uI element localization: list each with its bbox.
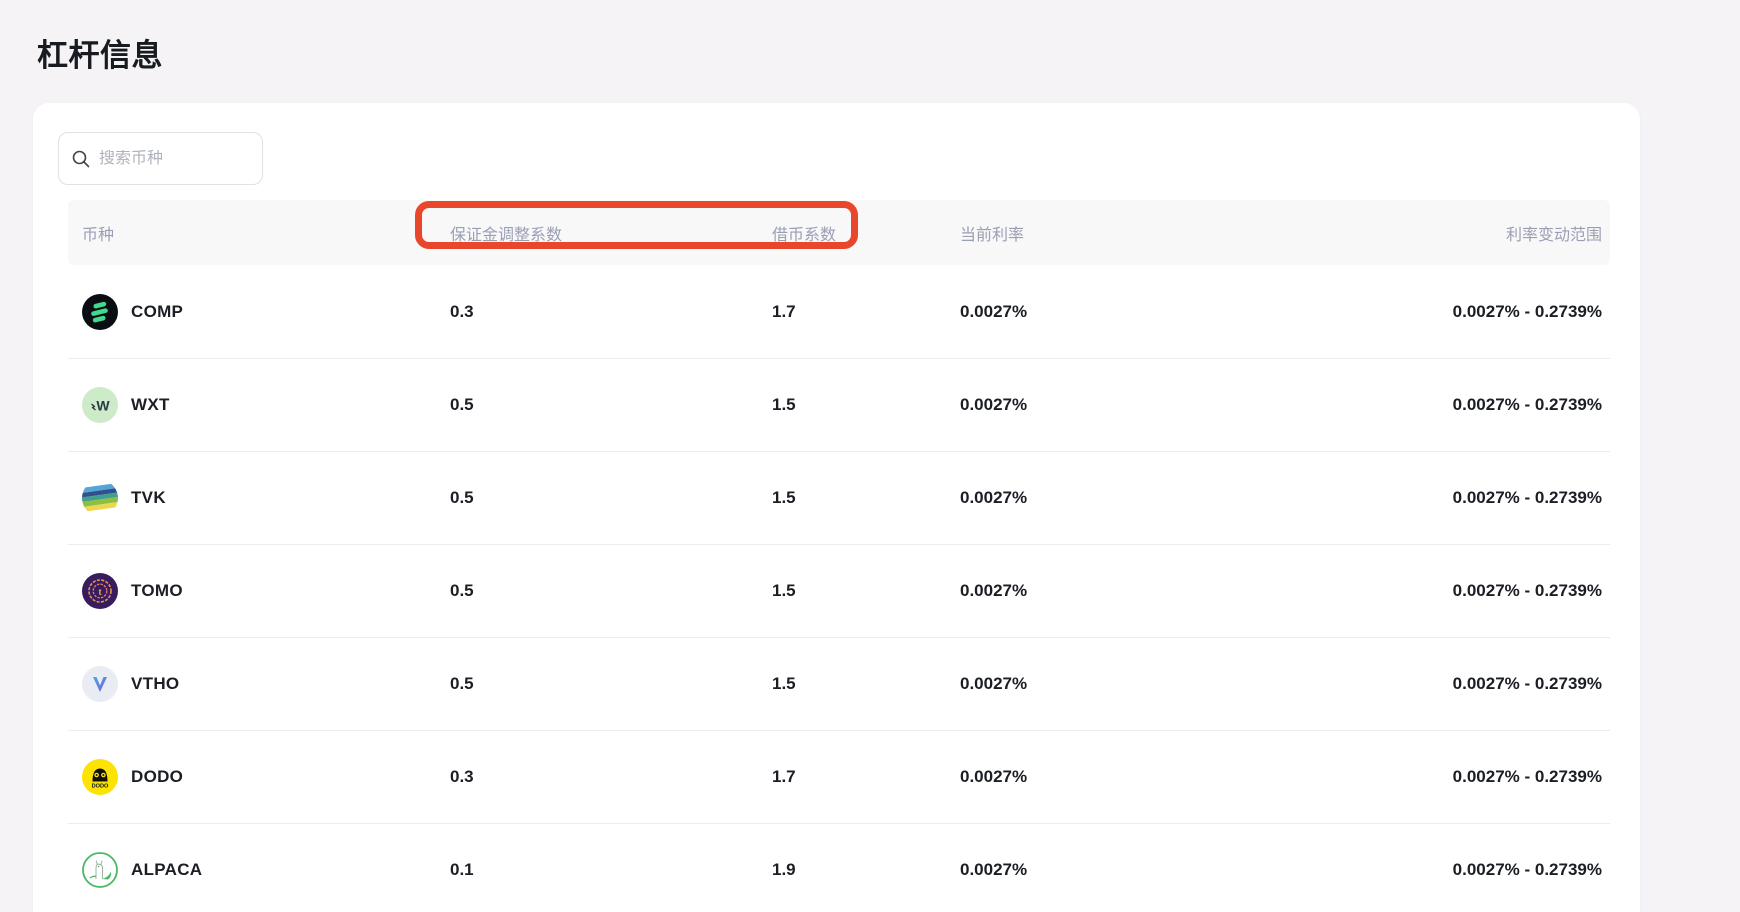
page-title: 杠杆信息: [37, 30, 163, 75]
column-header-range: 利率变动范围: [1506, 221, 1602, 245]
tomo-icon: t: [82, 573, 118, 609]
current-rate-value: 0.0027%: [960, 860, 1027, 880]
search-input[interactable]: [99, 150, 250, 168]
coin-cell: VTHO: [82, 666, 179, 702]
margin-factor-value: 0.5: [450, 488, 474, 508]
coin-symbol: TVK: [131, 488, 166, 508]
table-body: COMP 0.3 1.7 0.0027% 0.0027% - 0.2739% W…: [68, 265, 1610, 912]
current-rate-value: 0.0027%: [960, 488, 1027, 508]
vtho-icon: [82, 666, 118, 702]
rate-range-value: 0.0027% - 0.2739%: [1453, 488, 1602, 508]
borrow-factor-value: 1.9: [772, 860, 796, 880]
table-header: 币种 保证金调整系数 借币系数 当前利率 利率变动范围: [68, 200, 1610, 265]
borrow-factor-value: 1.5: [772, 488, 796, 508]
borrow-factor-value: 1.7: [772, 302, 796, 322]
leverage-table-card: 币种 保证金调整系数 借币系数 当前利率 利率变动范围 COMP 0.3 1.7…: [33, 103, 1640, 912]
current-rate-value: 0.0027%: [960, 674, 1027, 694]
column-header-margin: 保证金调整系数: [450, 221, 562, 245]
margin-factor-value: 0.5: [450, 674, 474, 694]
coin-symbol: TOMO: [131, 581, 183, 601]
rate-range-value: 0.0027% - 0.2739%: [1453, 581, 1602, 601]
comp-icon: [82, 294, 118, 330]
borrow-factor-value: 1.5: [772, 674, 796, 694]
current-rate-value: 0.0027%: [960, 581, 1027, 601]
rate-range-value: 0.0027% - 0.2739%: [1453, 302, 1602, 322]
margin-factor-value: 0.5: [450, 395, 474, 415]
svg-text:W: W: [96, 398, 110, 414]
coin-cell: COMP: [82, 294, 183, 330]
alpaca-icon: [82, 852, 118, 888]
table-row: W WXT 0.5 1.5 0.0027% 0.0027% - 0.2739%: [68, 358, 1610, 451]
current-rate-value: 0.0027%: [960, 767, 1027, 787]
current-rate-value: 0.0027%: [960, 395, 1027, 415]
margin-factor-value: 0.3: [450, 302, 474, 322]
column-header-rate: 当前利率: [960, 221, 1024, 245]
coin-cell: ALPACA: [82, 852, 202, 888]
column-header-coin: 币种: [82, 221, 114, 245]
coin-symbol: DODO: [131, 767, 183, 787]
borrow-factor-value: 1.5: [772, 395, 796, 415]
tvk-icon: [82, 480, 118, 516]
rate-range-value: 0.0027% - 0.2739%: [1453, 395, 1602, 415]
table-row: VTHO 0.5 1.5 0.0027% 0.0027% - 0.2739%: [68, 637, 1610, 730]
table-row: ALPACA 0.1 1.9 0.0027% 0.0027% - 0.2739%: [68, 823, 1610, 912]
margin-factor-value: 0.5: [450, 581, 474, 601]
coin-symbol: WXT: [131, 395, 170, 415]
coin-cell: DODO DODO: [82, 759, 183, 795]
borrow-factor-value: 1.7: [772, 767, 796, 787]
coin-symbol: VTHO: [131, 674, 179, 694]
borrow-factor-value: 1.5: [772, 581, 796, 601]
table-row: TVK 0.5 1.5 0.0027% 0.0027% - 0.2739%: [68, 451, 1610, 544]
coin-cell: TVK: [82, 480, 166, 516]
current-rate-value: 0.0027%: [960, 302, 1027, 322]
search-box[interactable]: [58, 132, 263, 185]
coin-cell: W WXT: [82, 387, 170, 423]
margin-factor-value: 0.1: [450, 860, 474, 880]
rate-range-value: 0.0027% - 0.2739%: [1453, 674, 1602, 694]
leverage-info-page: 杠杆信息 币种 保证金调整系数 借币系数 当前利率 利率变动范围: [0, 0, 1740, 912]
margin-factor-value: 0.3: [450, 767, 474, 787]
column-header-borrow: 借币系数: [772, 221, 836, 245]
coin-cell: t TOMO: [82, 573, 183, 609]
rate-range-value: 0.0027% - 0.2739%: [1453, 767, 1602, 787]
dodo-icon: DODO: [82, 759, 118, 795]
table-row: t TOMO 0.5 1.5 0.0027% 0.0027% - 0.2739%: [68, 544, 1610, 637]
rate-range-value: 0.0027% - 0.2739%: [1453, 860, 1602, 880]
coin-symbol: COMP: [131, 302, 183, 322]
coin-symbol: ALPACA: [131, 860, 202, 880]
wxt-icon: W: [82, 387, 118, 423]
table-row: COMP 0.3 1.7 0.0027% 0.0027% - 0.2739%: [68, 265, 1610, 358]
svg-text:DODO: DODO: [92, 784, 109, 790]
table-row: DODO DODO 0.3 1.7 0.0027% 0.0027% - 0.27…: [68, 730, 1610, 823]
search-icon: [71, 149, 91, 169]
